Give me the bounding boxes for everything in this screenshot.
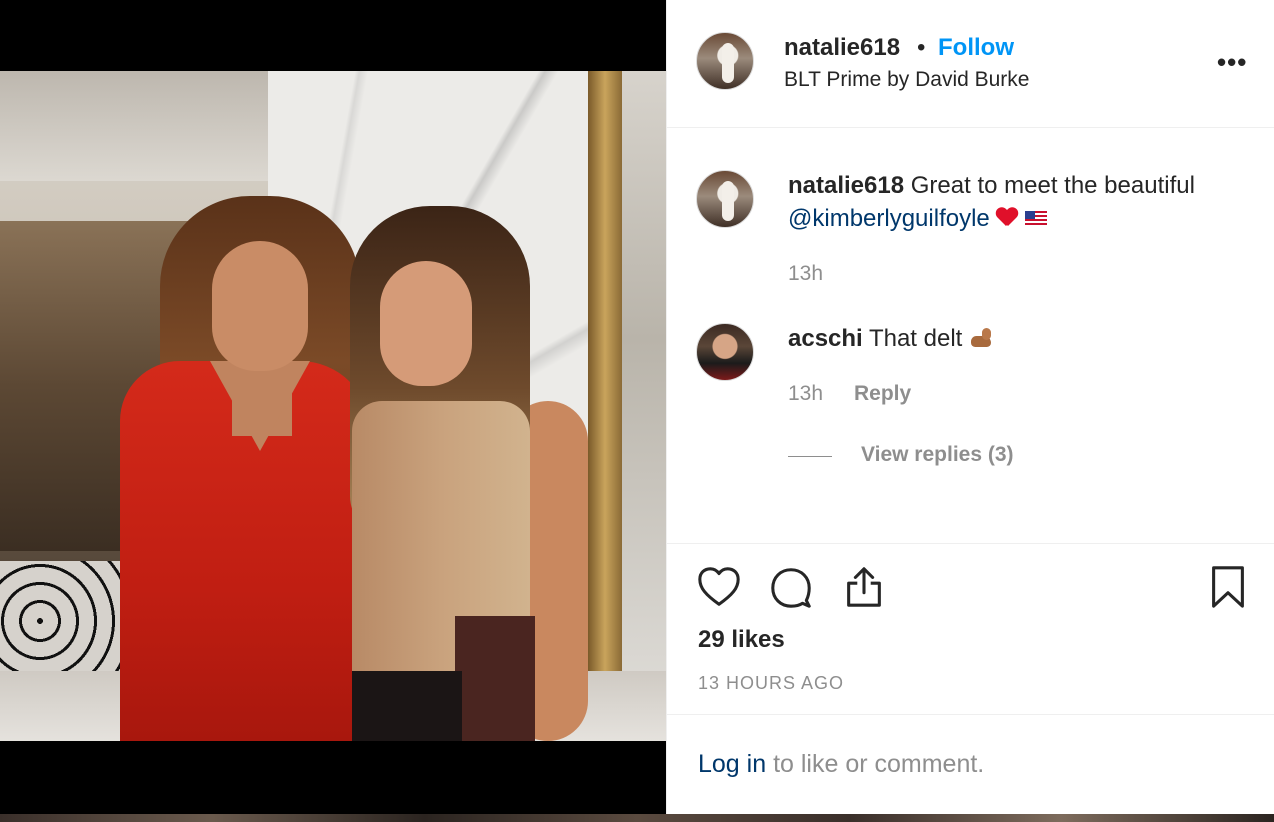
reply-button[interactable]: Reply [854, 382, 911, 406]
post-side-panel: natalie618 • Follow BLT Prime by David B… [666, 0, 1274, 814]
red-heart-icon [996, 208, 1018, 228]
instagram-post-modal: natalie618 • Follow BLT Prime by David B… [0, 0, 1274, 822]
bookmark-icon[interactable] [1205, 564, 1251, 610]
view-replies-button[interactable]: View replies (3) [861, 443, 1014, 467]
post-time-ago[interactable]: 13 HOURS AGO [698, 673, 844, 694]
photo-pane [0, 0, 666, 822]
person-right-top-panel [455, 616, 535, 741]
comment-avatar[interactable] [696, 170, 754, 228]
background-feed-strip [0, 814, 1274, 822]
post-photo[interactable] [0, 71, 666, 741]
login-prompt: Log in to like or comment. [698, 750, 984, 779]
post-header: natalie618 • Follow BLT Prime by David B… [667, 0, 1274, 128]
comment-username[interactable]: acschi [788, 325, 863, 352]
share-icon[interactable] [841, 564, 887, 610]
header-separator: • [917, 34, 926, 61]
comment-timestamp[interactable]: 13h [788, 262, 823, 286]
person-left-neckline [210, 361, 310, 451]
comment-mention-link[interactable]: @kimberlyguilfoyle [788, 205, 990, 232]
flexed-biceps-icon [969, 327, 993, 349]
us-flag-icon [1025, 211, 1048, 226]
comment: acschi That delt [788, 322, 1258, 355]
post-actions: 29 likes 13 HOURS AGO [667, 543, 1274, 715]
photo-right-wall [622, 71, 666, 741]
comment-text: Great to meet the beautiful [910, 172, 1195, 199]
person-right-face [380, 261, 472, 386]
comment-avatar[interactable] [696, 323, 754, 381]
avatar-figure [722, 181, 734, 221]
author-username[interactable]: natalie618 [784, 34, 900, 62]
author-avatar[interactable] [696, 32, 754, 90]
post-location[interactable]: BLT Prime by David Burke [784, 68, 1029, 92]
comment-text: That delt [868, 325, 963, 352]
comments-list: natalie618 Great to meet the beautiful @… [667, 128, 1274, 543]
likes-count[interactable]: 29 likes [698, 626, 785, 654]
comment-username[interactable]: natalie618 [788, 172, 904, 199]
login-link[interactable]: Log in [698, 750, 766, 778]
person-left-face [212, 241, 308, 371]
view-replies-divider [788, 456, 832, 457]
comment-timestamp[interactable]: 13h [788, 382, 823, 406]
follow-button[interactable]: Follow [938, 34, 1014, 62]
login-prompt-text: to like or comment. [766, 750, 985, 778]
person-right-pants [352, 671, 462, 741]
comment-icon[interactable] [768, 564, 814, 610]
avatar-figure [722, 43, 734, 83]
heart-icon[interactable] [696, 564, 742, 610]
caption-comment: natalie618 Great to meet the beautiful @… [788, 169, 1258, 235]
photo-gold-frame [588, 71, 622, 741]
more-options-icon[interactable]: ••• [1217, 49, 1249, 75]
